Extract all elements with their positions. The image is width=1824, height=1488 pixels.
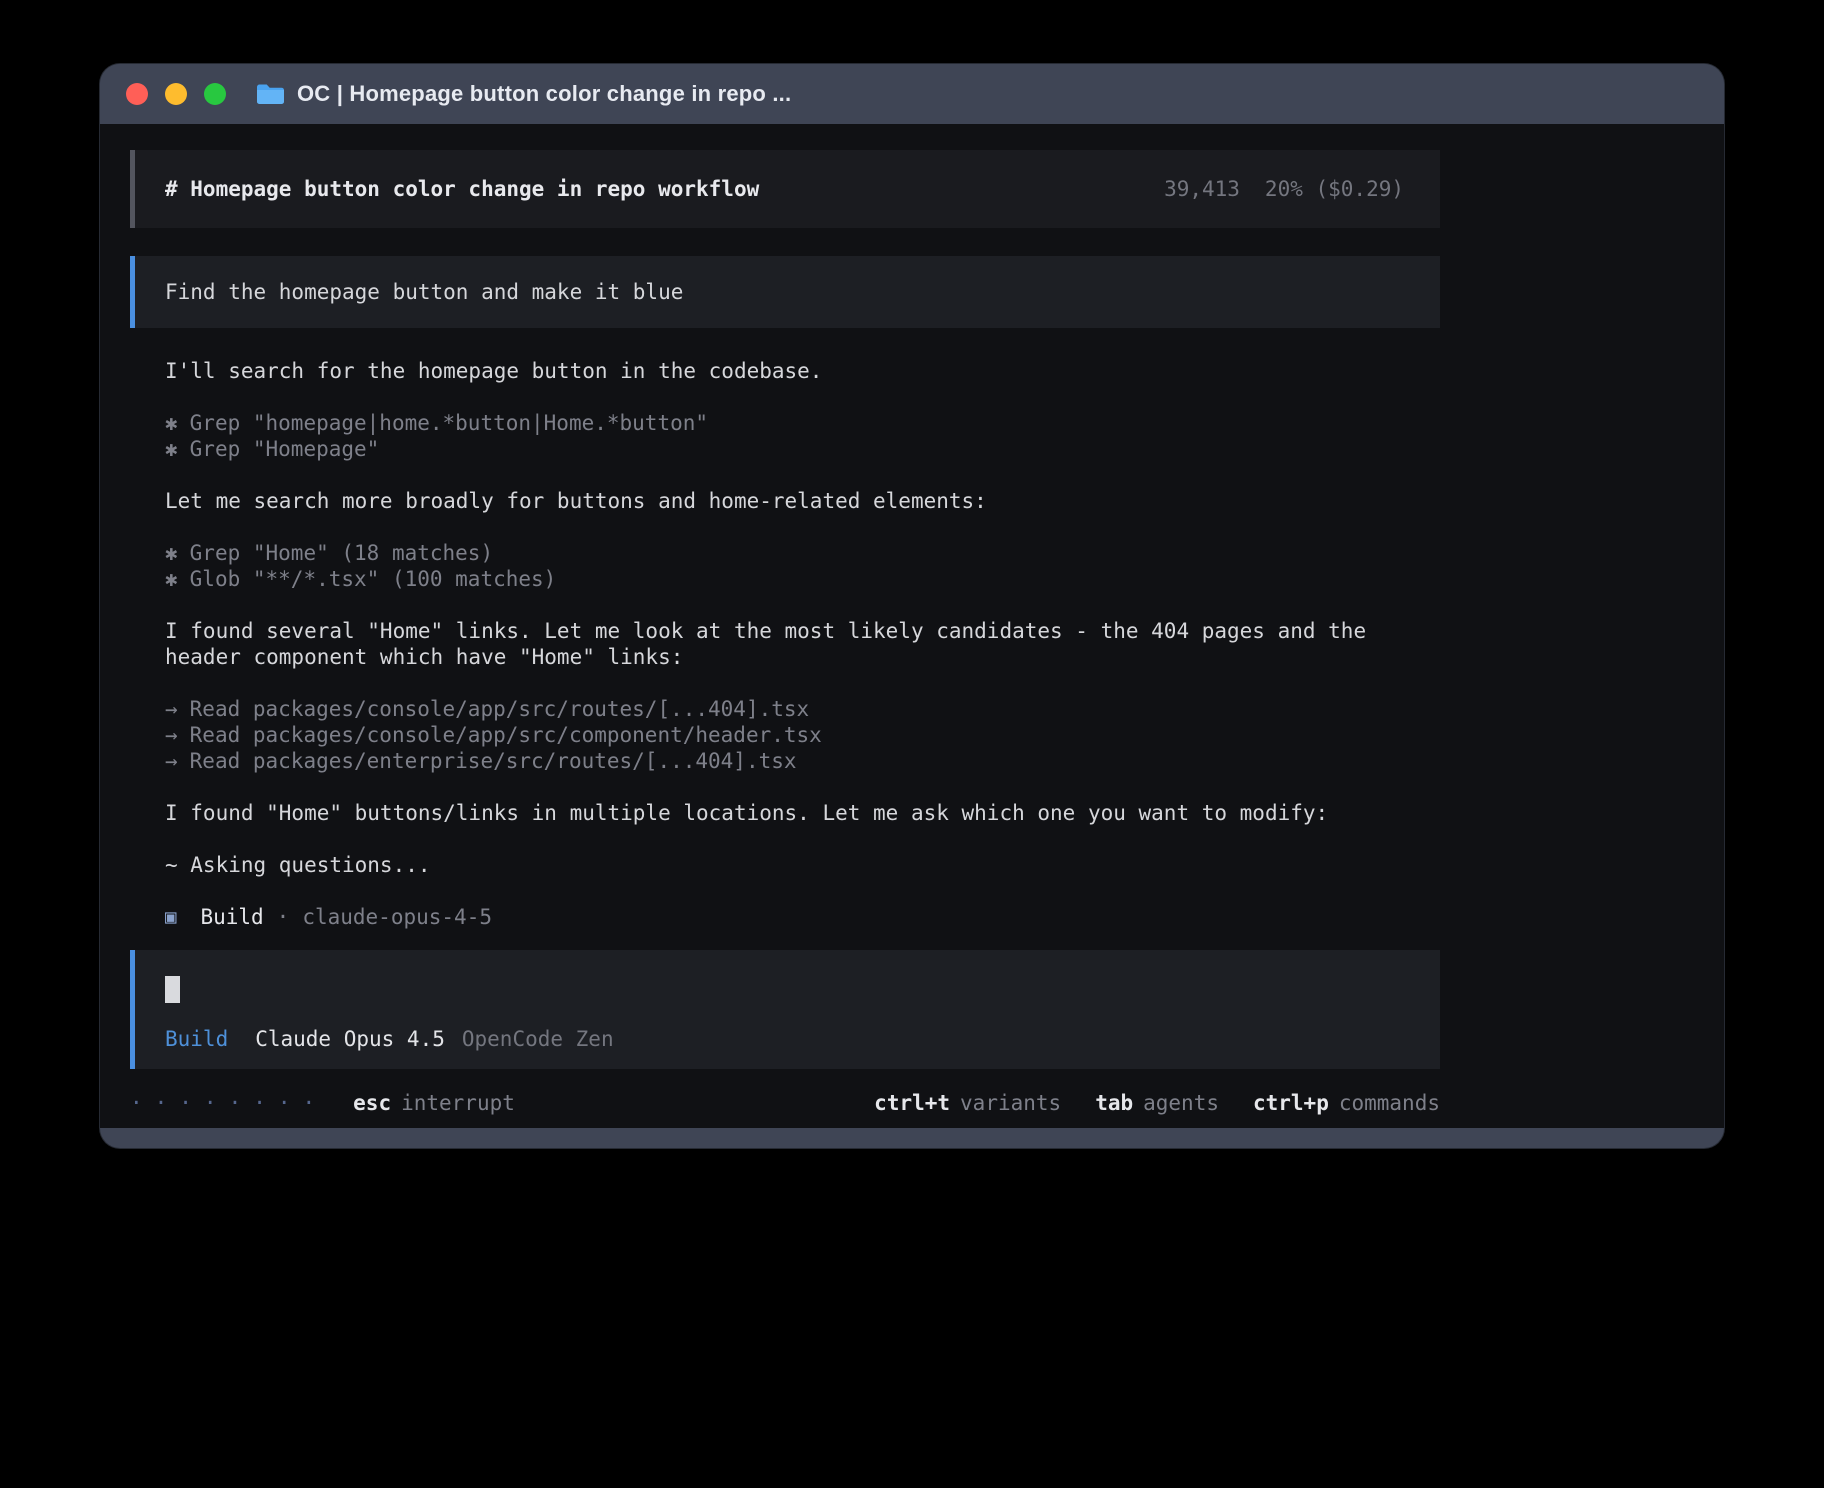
shortcut-agents: tab agents [1095,1090,1219,1116]
folder-icon [256,83,284,105]
agent-status-row: ▣ Build · claude-opus-4-5 [165,904,1405,930]
tool-call-line: ✱ Grep "Homepage" [165,436,1405,462]
tool-marker-icon: ✱ [165,437,178,461]
read-file-line: → Read packages/enterprise/src/routes/[..… [165,748,1405,774]
window-title: OC | Homepage button color change in rep… [297,81,791,107]
message-line: I'll search for the homepage button in t… [165,358,1405,384]
titlebar: OC | Homepage button color change in rep… [100,64,1724,124]
context-usage: 20% ($0.29) [1265,177,1404,201]
ctrl-p-key: ctrl+p [1253,1091,1329,1115]
traffic-lights [126,83,226,105]
spinner-dots: ········ [130,1090,327,1116]
agent-status-icon: ▣ [165,904,176,930]
read-file-line: → Read packages/console/app/src/routes/[.… [165,696,1405,722]
read-arrow-icon: → [165,723,178,747]
tool-call-line: ✱ Grep "homepage|home.*button|Home.*butto… [165,410,1405,436]
agent-model: claude-opus-4-5 [302,904,492,930]
token-count: 39,413 [1164,177,1240,201]
esc-key: esc [353,1091,391,1115]
terminal: # Homepage button color change in repo w… [100,124,1724,1128]
read-file-text: Read packages/console/app/src/component/… [190,723,822,747]
user-message-text: Find the homepage button and make it blu… [165,280,683,304]
ctrl-t-key: ctrl+t [874,1091,950,1115]
tool-marker-icon: ✱ [165,411,178,435]
app-window: OC | Homepage button color change in rep… [100,64,1724,1148]
tool-call-text: Grep "Home" (18 matches) [190,541,493,565]
input-agent-mode: Build [165,1027,228,1051]
esc-label: interrupt [401,1091,515,1115]
prompt-input[interactable]: Build Claude Opus 4.5 OpenCode Zen [130,950,1440,1069]
session-header: # Homepage button color change in repo w… [130,150,1440,228]
message-line: I found "Home" buttons/links in multiple… [165,800,1405,826]
message-line: I found several "Home" links. Let me loo… [165,618,1405,670]
transcript: I'll search for the homepage button in t… [130,358,1405,930]
user-message: Find the homepage button and make it blu… [130,256,1440,328]
close-button[interactable] [126,83,148,105]
commands-label: commands [1339,1091,1440,1115]
agents-label: agents [1143,1091,1219,1115]
session-title: # Homepage button color change in repo w… [165,177,759,201]
read-file-text: Read packages/enterprise/src/routes/[...… [190,749,797,773]
read-arrow-icon: → [165,749,178,773]
statusbar: ········ esc interrupt ctrl+t variants tab… [130,1090,1440,1116]
shortcut-commands: ctrl+p commands [1253,1090,1440,1116]
tool-call-line: ✱ Glob "**/*.tsx" (100 matches) [165,566,1405,592]
read-file-line: → Read packages/console/app/src/component… [165,722,1405,748]
message-line: Let me search more broadly for buttons a… [165,488,1405,514]
read-arrow-icon: → [165,697,178,721]
input-cursor [165,976,180,1003]
shortcut-interrupt: esc interrupt [353,1090,515,1116]
tool-marker-icon: ✱ [165,541,178,565]
tab-key: tab [1095,1091,1133,1115]
input-provider: OpenCode Zen [462,1027,614,1051]
agent-separator: · [277,904,290,930]
tool-call-line: ✱ Grep "Home" (18 matches) [165,540,1405,566]
tool-call-text: Glob "**/*.tsx" (100 matches) [190,567,557,591]
input-model: Claude Opus 4.5 [255,1027,445,1051]
read-file-text: Read packages/console/app/src/routes/[..… [190,697,810,721]
session-stats: 39,413 20% ($0.29) [1164,177,1404,201]
tool-call-text: Grep "Homepage" [190,437,380,461]
minimize-button[interactable] [165,83,187,105]
input-meta: Build Claude Opus 4.5 OpenCode Zen [165,1027,1440,1051]
variants-label: variants [960,1091,1061,1115]
tool-marker-icon: ✱ [165,567,178,591]
shortcut-variants: ctrl+t variants [874,1090,1061,1116]
agent-name: Build [200,904,263,930]
status-line: ~ Asking questions... [165,852,1405,878]
tool-call-text: Grep "homepage|home.*button|Home.*button… [190,411,708,435]
zoom-button[interactable] [204,83,226,105]
